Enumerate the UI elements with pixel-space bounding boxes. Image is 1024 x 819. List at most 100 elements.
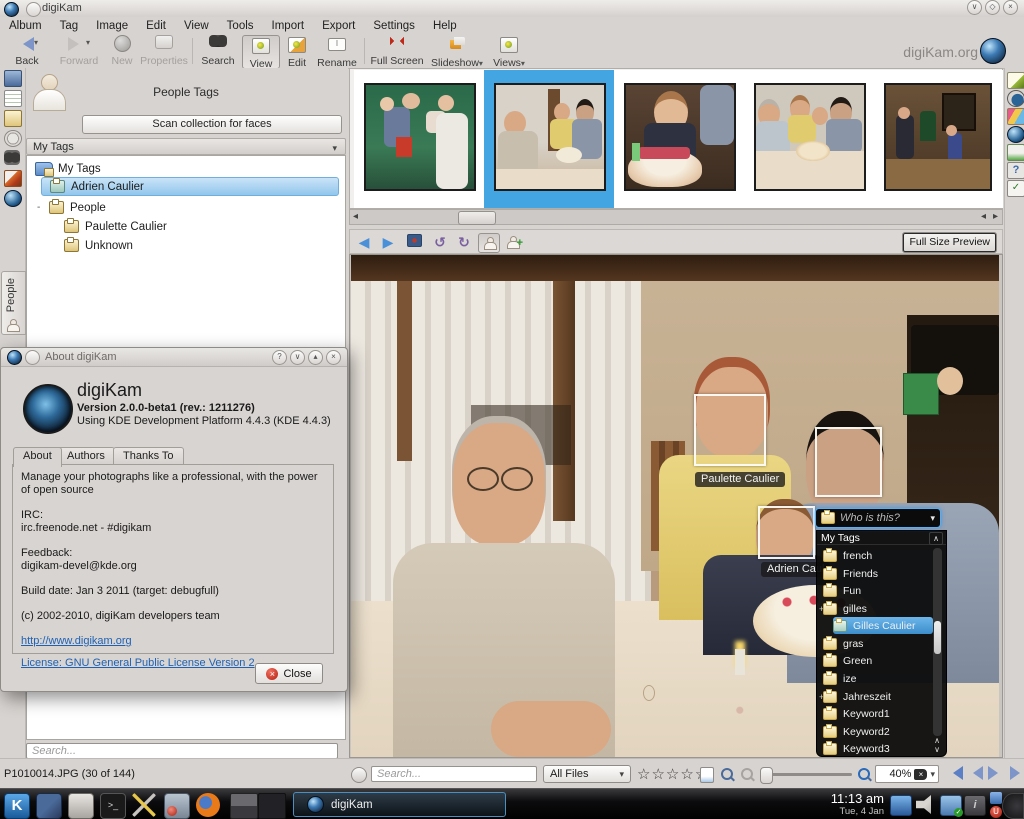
rating-star[interactable]: ☆ xyxy=(651,766,665,783)
tag-option-keyword1[interactable]: Keyword1 xyxy=(823,705,931,722)
zoom-slider-track[interactable] xyxy=(762,773,852,776)
dialog-close-button[interactable]: × xyxy=(326,350,341,365)
rating-widget[interactable]: ☆☆☆☆☆ xyxy=(637,765,709,783)
tag-option-gilles-caulier[interactable]: Gilles Caulier xyxy=(833,617,933,634)
my-tags-section-header[interactable]: My Tags ▾ xyxy=(26,138,346,155)
menu-tag[interactable]: Tag xyxy=(51,19,88,33)
tray-info-icon[interactable]: i xyxy=(964,795,986,816)
rating-star[interactable]: ☆ xyxy=(637,766,651,783)
back-dropdown-icon[interactable]: ▾ xyxy=(34,38,38,47)
taskbar-clock[interactable]: 11:13 am Tue, 4 Jan xyxy=(831,791,884,817)
captions-tab-icon[interactable] xyxy=(1007,72,1024,89)
virtual-desktop-1[interactable] xyxy=(230,793,258,819)
add-face-tag-icon[interactable]: + xyxy=(502,233,522,251)
zoom-fit-icon[interactable] xyxy=(721,768,733,783)
versions-tab-icon[interactable] xyxy=(1007,144,1024,161)
tab-authors[interactable]: Authors xyxy=(57,447,115,465)
scroll-left-icon[interactable]: ◂ xyxy=(981,210,986,224)
face-rect-paulette[interactable] xyxy=(694,394,766,466)
rotate-left-icon[interactable]: ↺ xyxy=(430,233,450,251)
albums-tab-icon[interactable] xyxy=(4,70,22,87)
system-settings-button[interactable] xyxy=(132,793,156,817)
properties-button[interactable]: Properties xyxy=(138,35,190,67)
tag-option-friends[interactable]: Friends xyxy=(823,565,931,582)
menu-tools[interactable]: Tools xyxy=(218,19,263,33)
thumbnail-selected[interactable] xyxy=(484,70,615,208)
dialog-maximize-button[interactable]: ▴ xyxy=(308,350,323,365)
dialog-close-action-button[interactable]: × Close xyxy=(255,663,323,684)
clear-icon[interactable]: × xyxy=(914,769,927,780)
slideshow-button[interactable]: Slideshow▾ xyxy=(428,35,486,67)
tree-item-mytags[interactable]: My Tags xyxy=(35,159,101,178)
help-center-button[interactable] xyxy=(164,793,190,819)
tray-klipper-icon[interactable] xyxy=(990,792,1002,804)
tab-thanks-to[interactable]: Thanks To xyxy=(113,447,184,465)
face-rect-adrien[interactable] xyxy=(758,506,815,559)
thumbnail[interactable] xyxy=(744,70,875,208)
scroll-right-icon[interactable]: ▸ xyxy=(993,210,998,224)
metadata-tab-icon[interactable] xyxy=(1007,90,1024,107)
forward-button[interactable]: ▾ Forward xyxy=(52,35,106,67)
tag-option-gilles[interactable]: +gilles xyxy=(823,600,931,617)
tray-updates-icon[interactable]: ✓ xyxy=(940,795,962,816)
tree-item-paulette-caulier[interactable]: Paulette Caulier xyxy=(64,217,167,236)
help-tab-icon[interactable]: ? xyxy=(1007,162,1024,179)
menu-edit[interactable]: Edit xyxy=(137,19,175,33)
map-search-tab-icon[interactable] xyxy=(4,190,22,207)
digikam-website-link[interactable]: http://www.digikam.org xyxy=(21,635,325,648)
zoom-out-icon[interactable] xyxy=(741,768,753,783)
who-is-this-combobox[interactable]: Who is this? ▾ xyxy=(815,508,941,528)
tag-option-keyword2[interactable]: Keyword2 xyxy=(823,723,931,740)
tag-option-green[interactable]: Green xyxy=(823,652,931,669)
next-image-icon[interactable]: ▶ xyxy=(378,233,398,251)
colors-tab-icon[interactable] xyxy=(1007,108,1024,125)
calendar-tab-icon[interactable] xyxy=(4,90,22,107)
rating-star[interactable]: ☆ xyxy=(680,766,694,783)
people-tab[interactable]: People xyxy=(1,271,26,335)
expander-icon[interactable]: - xyxy=(37,202,40,213)
timeline-tab-icon[interactable] xyxy=(4,130,22,147)
virtual-desktop-2[interactable] xyxy=(258,793,286,819)
tree-item-people[interactable]: - People xyxy=(49,198,106,217)
tag-option-ize[interactable]: ize xyxy=(823,670,931,687)
face-rect-unnamed[interactable] xyxy=(815,427,882,497)
scroll-up-icon[interactable]: ∧ xyxy=(931,736,943,745)
scroll-left-icon[interactable]: ◂ xyxy=(353,210,358,224)
zoom-slider-handle[interactable] xyxy=(760,767,773,784)
menu-settings[interactable]: Settings xyxy=(364,19,424,33)
menu-help[interactable]: Help xyxy=(424,19,466,33)
thumbnail-scrollbar[interactable]: ◂ ◂ ▸ xyxy=(349,209,1003,225)
full-screen-button[interactable]: Full Screen xyxy=(368,35,426,67)
dialog-pin-button[interactable] xyxy=(25,350,40,365)
rename-button[interactable]: I Rename xyxy=(314,35,360,67)
minimize-button[interactable]: ∨ xyxy=(967,0,982,15)
scrollbar-thumb[interactable] xyxy=(458,211,496,225)
zoom-level-combo[interactable]: 40% × ▾ xyxy=(875,765,939,783)
tag-option-gras[interactable]: gras xyxy=(823,635,931,652)
new-button[interactable]: New xyxy=(106,35,138,67)
file-manager-button[interactable] xyxy=(68,793,94,819)
tree-item-unknown[interactable]: Unknown xyxy=(64,236,133,255)
rating-star[interactable]: ☆ xyxy=(666,766,680,783)
last-image-button[interactable] xyxy=(1010,766,1024,780)
scroll-down-icon[interactable]: ∨ xyxy=(931,745,943,754)
menu-album[interactable]: Album xyxy=(0,19,51,33)
konsole-button[interactable]: >_ xyxy=(100,793,126,819)
filter-indicator-led[interactable] xyxy=(351,767,367,783)
edit-button[interactable]: Edit xyxy=(282,35,312,67)
tags-search-input[interactable] xyxy=(26,743,338,759)
menu-image[interactable]: Image xyxy=(87,19,137,33)
search-tab-icon[interactable] xyxy=(4,150,20,165)
collapse-icon[interactable]: ▾ xyxy=(332,140,337,156)
file-filter-select[interactable]: All Files ▾ xyxy=(543,765,631,783)
next-image-button[interactable] xyxy=(988,766,1005,780)
maximize-button[interactable]: ◇ xyxy=(985,0,1000,15)
titlebar[interactable]: digiKam ∨ ◇ × xyxy=(0,0,1024,18)
menu-export[interactable]: Export xyxy=(313,19,364,33)
face-label-paulette[interactable]: Paulette Caulier xyxy=(695,472,785,487)
tag-option-fun[interactable]: Fun xyxy=(823,582,931,599)
dropdown-scrollbar[interactable] xyxy=(933,548,942,736)
tag-option-french[interactable]: french xyxy=(823,547,931,564)
scroll-up-icon[interactable]: ∧ xyxy=(929,532,943,545)
thumbnail[interactable] xyxy=(614,70,745,208)
